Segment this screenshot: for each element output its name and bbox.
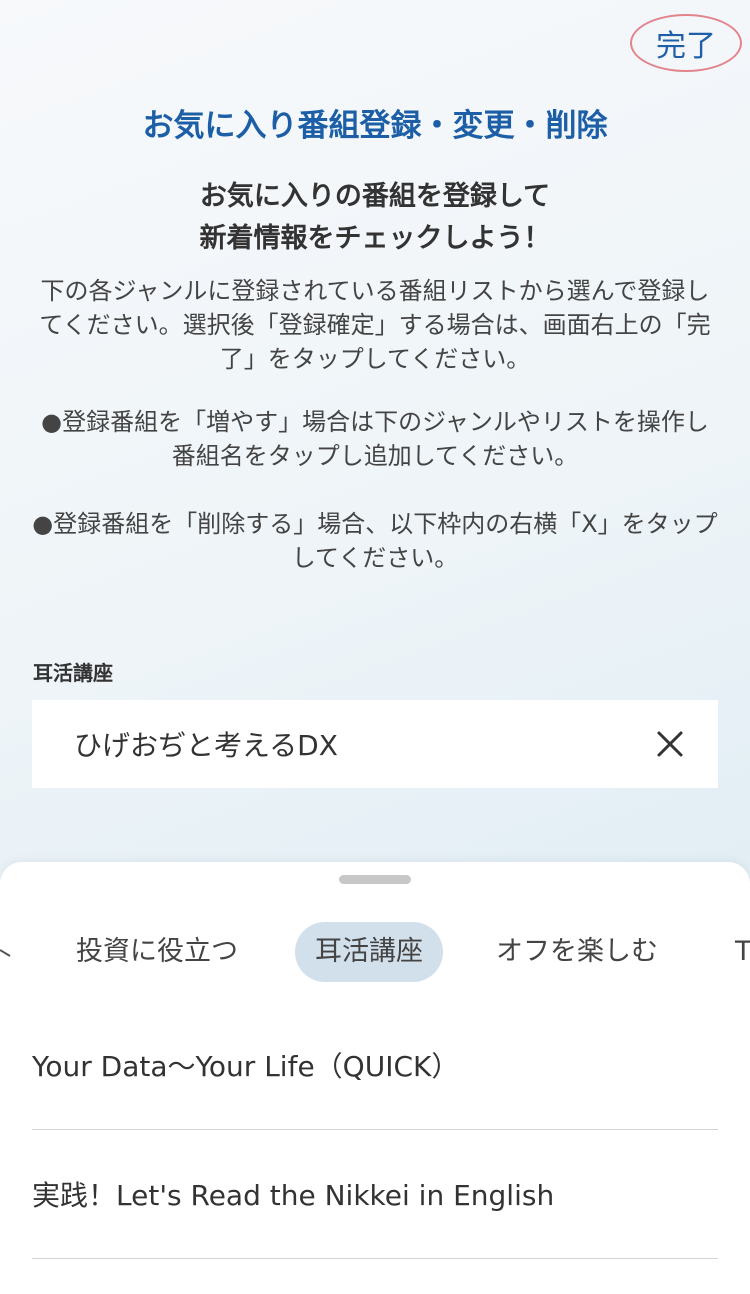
program-title: Your Data～Your Life（QUICK） <box>32 1050 460 1083</box>
instruction-paragraph: 下の各ジャンルに登録されている番組リストから選んで登録してください。選択後「登録… <box>39 277 711 373</box>
genre-bottom-sheet: 投資に役立つ 耳活講座 オフを楽しむ T Your Data～Your Life… <box>0 862 750 1294</box>
tab-off[interactable]: オフを楽しむ <box>496 922 658 982</box>
tab-mimikatsu[interactable]: 耳活講座 <box>295 922 443 982</box>
chevron-left-icon[interactable] <box>0 942 14 962</box>
headline-line-1: お気に入りの番組を登録して <box>199 181 551 212</box>
program-list-item[interactable]: 実践！Let's Read the Nikkei in English <box>32 1130 718 1259</box>
favorite-program-name: ひげおぢと考えるDX <box>74 729 338 762</box>
done-highlight-circle: 完了 <box>630 14 742 72</box>
page-title: お気に入り番組登録・変更・削除 <box>142 108 608 144</box>
tab-invest[interactable]: 投資に役立つ <box>76 922 238 982</box>
delete-instruction: ●登録番組を「削除する」場合、以下枠内の右横「X」をタップしてください。 <box>32 510 718 572</box>
program-list-item[interactable]: Your Data～Your Life（QUICK） <box>32 1001 718 1130</box>
favorite-program-item: ひげおぢと考えるDX <box>32 700 718 788</box>
favorites-section-label: 耳活講座 <box>33 661 113 685</box>
close-icon[interactable] <box>650 724 690 764</box>
headline-line-2: 新着情報をチェックしよう！ <box>199 223 551 254</box>
tab-next-partial[interactable]: T <box>735 922 750 982</box>
headline: お気に入りの番組を登録して 新着情報をチェックしよう！ <box>0 176 750 260</box>
add-instruction: ●登録番組を「増やす」場合は下のジャンルやリストを操作し番組名をタップし追加して… <box>41 408 709 470</box>
sheet-drag-handle[interactable] <box>339 875 411 884</box>
program-title: 実践！Let's Read the Nikkei in English <box>32 1179 555 1212</box>
done-button[interactable]: 完了 <box>656 21 716 65</box>
